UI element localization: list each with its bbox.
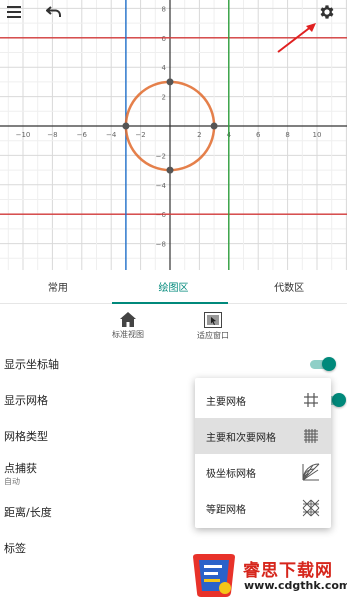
x-tick-label: 8 <box>285 131 289 139</box>
intersection-point <box>166 166 174 174</box>
menu-item-major-grid[interactable]: 主要网格 <box>195 382 331 418</box>
point-capture-value: 自动 <box>4 477 20 486</box>
distance-label: 距离/长度 <box>4 506 52 519</box>
x-tick-label: 2 <box>197 131 201 139</box>
watermark-name: 睿思下载网 <box>243 561 333 581</box>
y-tick-label: 6 <box>162 35 167 43</box>
x-tick-label: −6 <box>77 131 88 139</box>
menu-item-major-minor-grid[interactable]: 主要和次要网格 <box>195 418 331 454</box>
menu-item-isometric-grid[interactable]: 等距网格 <box>195 490 331 526</box>
y-tick-label: −6 <box>156 211 167 219</box>
x-tick-label: −8 <box>47 131 57 139</box>
tab-common[interactable]: 常用 <box>0 270 116 303</box>
polar-grid-label: 极坐标网格 <box>206 469 256 480</box>
labels-label: 标签 <box>4 542 26 555</box>
fit-window-icon <box>204 312 222 328</box>
y-tick-label: 2 <box>162 94 166 102</box>
active-tab-indicator <box>112 302 228 304</box>
isometric-grid-label: 等距网格 <box>206 505 246 516</box>
home-icon <box>120 312 136 327</box>
x-tick-label: 10 <box>313 131 322 139</box>
intersection-point <box>166 78 174 86</box>
major-minor-grid-label: 主要和次要网格 <box>206 433 276 444</box>
major-grid-label: 主要网格 <box>206 397 246 408</box>
polar-grid-icon <box>302 463 320 481</box>
tab-graphics[interactable]: 绘图区 <box>116 270 232 303</box>
x-tick-label: −2 <box>135 131 145 139</box>
watermark-url: www.cdgthk.com <box>244 579 347 592</box>
isometric-grid-icon <box>302 499 320 517</box>
show-axes-label: 显示坐标轴 <box>4 358 59 371</box>
fit-window-button[interactable]: 适应窗口 <box>183 312 243 348</box>
watermark-logo: 睿思下载网 www.cdgthk.com <box>186 552 347 600</box>
x-tick-label: −4 <box>106 131 117 139</box>
point-capture-label: 点捕获 <box>4 462 37 475</box>
intersection-point <box>122 122 130 130</box>
tab-bar: 常用 绘图区 代数区 <box>0 270 347 304</box>
grid-type-menu: 主要网格 主要和次要网格 极坐标网格 等距网格 <box>195 378 331 528</box>
show-axes-row[interactable]: 显示坐标轴 <box>0 352 347 374</box>
show-grid-label: 显示网格 <box>4 394 48 407</box>
tab-algebra[interactable]: 代数区 <box>231 270 347 303</box>
intersection-point <box>210 122 218 130</box>
download-logo-icon <box>193 554 235 597</box>
grid-type-label: 网格类型 <box>4 430 48 443</box>
y-tick-label: 4 <box>162 64 167 72</box>
y-tick-label: 8 <box>162 5 166 13</box>
y-tick-label: −8 <box>156 241 166 249</box>
hamburger-menu-icon[interactable] <box>2 0 26 24</box>
fit-window-label: 适应窗口 <box>197 331 229 340</box>
standard-view-label: 标准视图 <box>112 330 144 339</box>
undo-icon[interactable] <box>42 0 66 24</box>
show-axes-toggle[interactable] <box>310 357 336 371</box>
y-tick-label: −2 <box>156 152 166 160</box>
major-minor-grid-icon <box>304 429 318 443</box>
annotation-arrow-icon <box>277 23 316 53</box>
y-tick-label: −4 <box>156 182 167 190</box>
major-grid-icon <box>304 393 318 407</box>
x-tick-label: −10 <box>16 131 31 139</box>
standard-view-button[interactable]: 标准视图 <box>98 312 158 348</box>
view-buttons: 标准视图 适应窗口 <box>0 312 347 348</box>
menu-item-polar-grid[interactable]: 极坐标网格 <box>195 454 331 490</box>
x-tick-label: 6 <box>256 131 261 139</box>
